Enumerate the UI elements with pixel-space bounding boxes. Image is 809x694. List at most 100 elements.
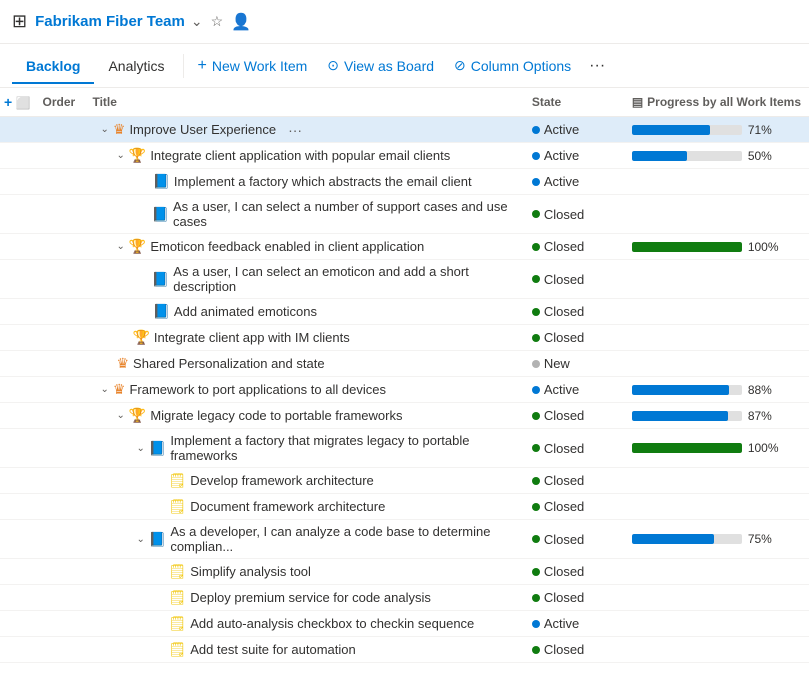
column-options-button[interactable]: ⊘ Column Options	[444, 51, 581, 80]
col-header-state[interactable]: State	[524, 88, 624, 117]
col-header-order[interactable]: Order	[34, 88, 84, 117]
row-title[interactable]: As a developer, I can analyze a code bas…	[170, 524, 516, 554]
row-title[interactable]: Deploy premium service for code analysis	[190, 590, 431, 605]
row-progress	[624, 299, 809, 325]
row-checkbox-cell	[0, 429, 34, 468]
backlog-table: + ⬜ Order Title State ▤ Progress by all …	[0, 88, 809, 663]
row-state: Closed	[524, 494, 624, 520]
collapse-icon[interactable]: ⌄	[100, 384, 108, 395]
row-title[interactable]: Implement a factory that migrates legacy…	[170, 433, 516, 463]
task-icon: 🗒	[168, 472, 186, 489]
state-dot	[532, 210, 540, 218]
view-as-board-button[interactable]: ⊙ View as Board	[317, 51, 444, 80]
expand-all-icon[interactable]: ⬜	[16, 96, 31, 110]
collapse-icon[interactable]: ⌄	[116, 150, 124, 161]
row-title[interactable]: Implement a factory which abstracts the …	[174, 174, 472, 189]
table-row: 🗒 Add test suite for automation Closed	[0, 637, 809, 663]
nav-analytics[interactable]: Analytics	[94, 48, 178, 84]
collapse-icon[interactable]: ⌄	[136, 443, 144, 454]
row-context-menu[interactable]: ···	[288, 122, 302, 138]
row-checkbox-cell	[0, 169, 34, 195]
nav-divider	[183, 54, 184, 78]
state-label: Active	[544, 148, 579, 163]
state-dot	[532, 503, 540, 511]
state-dot	[532, 275, 540, 283]
row-title[interactable]: Document framework architecture	[190, 499, 385, 514]
row-title[interactable]: Simplify analysis tool	[190, 564, 311, 579]
row-title-cell: ⌄ 🏆 Emoticon feedback enabled in client …	[84, 234, 523, 260]
state-label: New	[544, 356, 570, 371]
state-dot	[532, 360, 540, 368]
state-dot	[532, 308, 540, 316]
row-progress	[624, 611, 809, 637]
row-title[interactable]: Framework to port applications to all de…	[129, 382, 386, 397]
row-title[interactable]: Improve User Experience	[129, 122, 276, 137]
collapse-icon[interactable]: ⌄	[116, 410, 124, 421]
row-progress: 87%	[624, 403, 809, 429]
state-label: Closed	[544, 330, 584, 345]
chevron-down-icon[interactable]: ⌄	[191, 13, 203, 30]
table-row: ⌄ 📘 Implement a factory that migrates le…	[0, 429, 809, 468]
row-title-cell: ♛ Shared Personalization and state	[84, 351, 523, 377]
row-title[interactable]: Develop framework architecture	[190, 473, 374, 488]
add-item-icon[interactable]: +	[4, 94, 12, 110]
row-title-cell: ⌄ ♛ Improve User Experience ···	[84, 117, 523, 143]
row-progress: 75%	[624, 520, 809, 559]
row-progress: 71%	[624, 117, 809, 143]
collapse-icon[interactable]: ⌄	[100, 124, 108, 135]
table-row: 🏆 Integrate client app with IM clients C…	[0, 325, 809, 351]
table-row: 📘 As a user, I can select a number of su…	[0, 195, 809, 234]
col-header-title[interactable]: Title	[84, 88, 523, 117]
row-state: New	[524, 351, 624, 377]
row-order	[34, 195, 84, 234]
row-order	[34, 403, 84, 429]
row-state: Closed	[524, 559, 624, 585]
row-title[interactable]: Add auto-analysis checkbox to checkin se…	[190, 616, 474, 631]
state-label: Active	[544, 174, 579, 189]
state-dot	[532, 126, 540, 134]
story-icon: 📘	[149, 440, 166, 457]
row-title[interactable]: Shared Personalization and state	[133, 356, 325, 371]
team-name[interactable]: Fabrikam Fiber Team	[35, 13, 185, 30]
state-dot	[532, 535, 540, 543]
row-title[interactable]: Integrate client app with IM clients	[154, 330, 350, 345]
person-add-icon[interactable]: 👤	[231, 12, 251, 32]
task-icon: 🗒	[168, 498, 186, 515]
row-order	[34, 325, 84, 351]
epic-icon: ♛	[113, 381, 126, 398]
row-title[interactable]: As a user, I can select an emoticon and …	[173, 264, 516, 294]
col-header-progress[interactable]: ▤ Progress by all Work Items	[624, 88, 809, 117]
row-title[interactable]: Add test suite for automation	[190, 642, 355, 657]
row-state: Closed	[524, 195, 624, 234]
more-actions-button[interactable]: ···	[581, 51, 613, 81]
row-state: Active	[524, 611, 624, 637]
collapse-icon[interactable]: ⌄	[136, 534, 144, 545]
row-progress	[624, 169, 809, 195]
new-work-item-button[interactable]: + New Work Item	[188, 51, 318, 81]
row-progress: 100%	[624, 429, 809, 468]
state-label: Closed	[544, 564, 584, 579]
table-header: + ⬜ Order Title State ▤ Progress by all …	[0, 88, 809, 117]
row-progress	[624, 494, 809, 520]
row-title[interactable]: Emoticon feedback enabled in client appl…	[150, 239, 424, 254]
row-order	[34, 117, 84, 143]
row-progress: 100%	[624, 234, 809, 260]
nav-backlog[interactable]: Backlog	[12, 48, 94, 84]
row-checkbox-cell	[0, 468, 34, 494]
row-title[interactable]: Add animated emoticons	[174, 304, 317, 319]
row-title-cell: ⌄ 🏆 Migrate legacy code to portable fram…	[84, 403, 523, 429]
row-title[interactable]: As a user, I can select a number of supp…	[173, 199, 516, 229]
table-row: 🗒 Develop framework architecture Closed	[0, 468, 809, 494]
star-icon[interactable]: ☆	[211, 13, 224, 30]
row-state: Closed	[524, 234, 624, 260]
row-checkbox-cell	[0, 559, 34, 585]
row-title[interactable]: Migrate legacy code to portable framewor…	[150, 408, 402, 423]
row-title[interactable]: Integrate client application with popula…	[150, 148, 450, 163]
row-order	[34, 429, 84, 468]
row-progress	[624, 195, 809, 234]
epic-icon: ♛	[113, 121, 126, 138]
row-order	[34, 585, 84, 611]
collapse-icon[interactable]: ⌄	[116, 241, 124, 252]
state-label: Closed	[544, 239, 584, 254]
grid-icon[interactable]: ⊞	[12, 11, 27, 32]
